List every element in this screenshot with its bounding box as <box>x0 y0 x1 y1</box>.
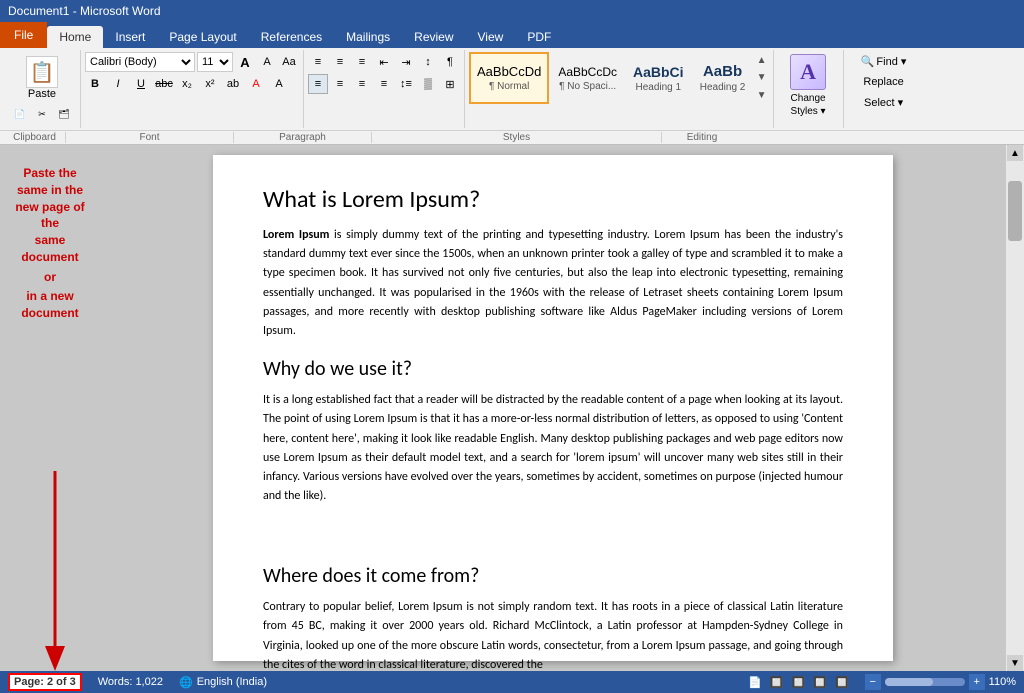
change-styles-icon: A <box>790 54 826 90</box>
scroll-thumb[interactable] <box>1008 181 1022 241</box>
font-color-button[interactable]: A <box>246 74 266 94</box>
change-styles-label: ChangeStyles ▾ <box>791 92 826 118</box>
style-nospace-label: ¶ No Spaci... <box>559 81 616 92</box>
zoom-percent: 110% <box>989 676 1016 688</box>
replace-button[interactable]: Replace <box>850 73 918 91</box>
borders-button[interactable]: ⊞ <box>440 74 460 94</box>
shading-button[interactable]: ▒ <box>418 74 438 94</box>
annotation-text2: in a new document <box>5 288 95 322</box>
line-spacing-button[interactable]: ↕≡ <box>396 74 416 94</box>
align-left-button[interactable]: ≡ <box>308 74 328 94</box>
style-heading1-label: Heading 1 <box>635 82 681 93</box>
tab-insert[interactable]: Insert <box>103 26 157 48</box>
paste-button[interactable]: 📋 Paste <box>24 54 60 102</box>
font-group: Calibri (Body) 11 A A Aa B I U abc x₂ x²… <box>81 50 304 128</box>
tab-bar: File Home Insert Page Layout References … <box>0 22 1024 48</box>
numbering-button[interactable]: ≡ <box>330 52 350 72</box>
font-shrink-button[interactable]: A <box>257 52 277 72</box>
clipboard-small-btn3[interactable]: 🗂 <box>54 104 74 124</box>
increase-indent-button[interactable]: ⇥ <box>396 52 416 72</box>
annotation-panel: Paste the same in the new page of the sa… <box>0 145 100 671</box>
styles-group: AaBbCcDd ¶ Normal AaBbCcDc ¶ No Spaci...… <box>465 50 774 128</box>
doc-para1-rest: is simply dummy text of the printing and… <box>263 228 843 338</box>
document-area: Paste the same in the new page of the sa… <box>0 145 1024 671</box>
font-grow-button[interactable]: A <box>235 52 255 72</box>
sort-button[interactable]: ↕ <box>418 52 438 72</box>
zoom-out-button[interactable]: − <box>865 674 881 690</box>
page-indicator: Page: 2 of 3 <box>8 673 82 691</box>
align-right-button[interactable]: ≡ <box>352 74 372 94</box>
annotation-text: Paste the same in the new page of the sa… <box>5 165 95 266</box>
change-styles-button[interactable]: A ChangeStyles ▾ <box>790 54 826 118</box>
zoom-in-button[interactable]: + <box>969 674 985 690</box>
zoom-control: − + 110% <box>865 674 1016 690</box>
align-center-button[interactable]: ≡ <box>330 74 350 94</box>
status-bar: Page: 2 of 3 Words: 1,022 🌐English (Indi… <box>0 671 1024 693</box>
tab-view[interactable]: View <box>466 26 516 48</box>
styles-scroll[interactable]: ▲ ▼ ▼ <box>755 52 769 104</box>
change-styles-group: A ChangeStyles ▾ <box>774 50 844 128</box>
ribbon-labels: Clipboard Font Paragraph Styles Editing <box>0 130 1024 144</box>
subscript-button[interactable]: x₂ <box>177 74 197 94</box>
paragraph-group: ≡ ≡ ≡ ⇤ ⇥ ↕ ¶ ≡ ≡ ≡ ≡ ↕≡ ▒ ⊞ <box>304 50 465 128</box>
text-highlight-button[interactable]: ab <box>223 74 243 94</box>
doc-para2: It is a long established fact that a rea… <box>263 391 843 506</box>
editing-group: 🔍 Find ▾ Replace Select ▾ <box>844 50 924 128</box>
zoom-slider[interactable] <box>885 678 965 686</box>
scroll-up-button[interactable]: ▲ <box>1007 145 1023 161</box>
paste-icon: 📋 <box>26 56 58 88</box>
style-normal-label: ¶ Normal <box>489 81 529 92</box>
tab-file[interactable]: File <box>0 22 47 48</box>
bullets-button[interactable]: ≡ <box>308 52 328 72</box>
clipboard-small-btn1[interactable]: 📄 <box>10 104 30 124</box>
text-effects-button[interactable]: A <box>269 74 289 94</box>
font-size-select[interactable]: 11 <box>197 52 233 72</box>
font-case-button[interactable]: Aa <box>279 52 299 72</box>
bold-button[interactable]: B <box>85 74 105 94</box>
language-indicator: 🌐English (India) <box>179 676 267 689</box>
superscript-button[interactable]: x² <box>200 74 220 94</box>
tab-references[interactable]: References <box>249 26 334 48</box>
scroll-down-button[interactable]: ▼ <box>1007 655 1023 671</box>
doc-para1-bold: Lorem Ipsum <box>263 228 329 242</box>
style-heading1[interactable]: AaBbCi Heading 1 <box>626 52 691 104</box>
word-count: Words: 1,022 <box>98 676 163 688</box>
tab-page-layout[interactable]: Page Layout <box>157 26 248 48</box>
doc-heading2: Why do we use it? <box>263 357 843 381</box>
clipboard-group: 📋 Paste 📄 ✂ 🗂 <box>4 50 81 128</box>
title-bar: Document1 - Microsoft Word <box>0 0 1024 22</box>
paste-label: Paste <box>28 88 56 100</box>
tab-mailings[interactable]: Mailings <box>334 26 402 48</box>
strikethrough-button[interactable]: abc <box>154 74 174 94</box>
annotation-or: or <box>5 270 95 284</box>
style-nospace[interactable]: AaBbCcDc ¶ No Spaci... <box>551 52 624 104</box>
doc-heading1: What is Lorem Ipsum? <box>263 185 843 214</box>
select-button[interactable]: Select ▾ <box>850 93 918 112</box>
doc-heading3: Where does it come from? <box>263 564 843 588</box>
underline-button[interactable]: U <box>131 74 151 94</box>
style-heading2[interactable]: AaBb Heading 2 <box>693 52 753 104</box>
decrease-indent-button[interactable]: ⇤ <box>374 52 394 72</box>
title-bar-title: Document1 - Microsoft Word <box>8 4 161 18</box>
font-name-select[interactable]: Calibri (Body) <box>85 52 195 72</box>
find-button[interactable]: 🔍 Find ▾ <box>850 52 918 71</box>
tab-home[interactable]: Home <box>47 26 103 48</box>
multilevel-button[interactable]: ≡ <box>352 52 372 72</box>
doc-para1: Lorem Ipsum is simply dummy text of the … <box>263 226 843 341</box>
justify-button[interactable]: ≡ <box>374 74 394 94</box>
tab-review[interactable]: Review <box>402 26 465 48</box>
italic-button[interactable]: I <box>108 74 128 94</box>
page-wrapper[interactable]: What is Lorem Ipsum? Lorem Ipsum is simp… <box>100 145 1006 671</box>
status-right-icons: 📄 🔲 🔲 🔲 🔲 <box>748 676 849 689</box>
style-normal[interactable]: AaBbCcDd ¶ Normal <box>469 52 549 104</box>
tab-pdf[interactable]: PDF <box>515 26 563 48</box>
document-page: What is Lorem Ipsum? Lorem Ipsum is simp… <box>213 155 893 661</box>
show-hide-button[interactable]: ¶ <box>440 52 460 72</box>
clipboard-small-btn2[interactable]: ✂ <box>32 104 52 124</box>
ribbon: 📋 Paste 📄 ✂ 🗂 Calibri (Body) 11 A A Aa <box>0 48 1024 145</box>
doc-para3: Contrary to popular belief, Lorem Ipsum … <box>263 598 843 671</box>
style-heading2-label: Heading 2 <box>700 82 746 93</box>
scrollbar[interactable]: ▲ ▼ <box>1006 145 1024 671</box>
red-arrow <box>35 471 75 671</box>
